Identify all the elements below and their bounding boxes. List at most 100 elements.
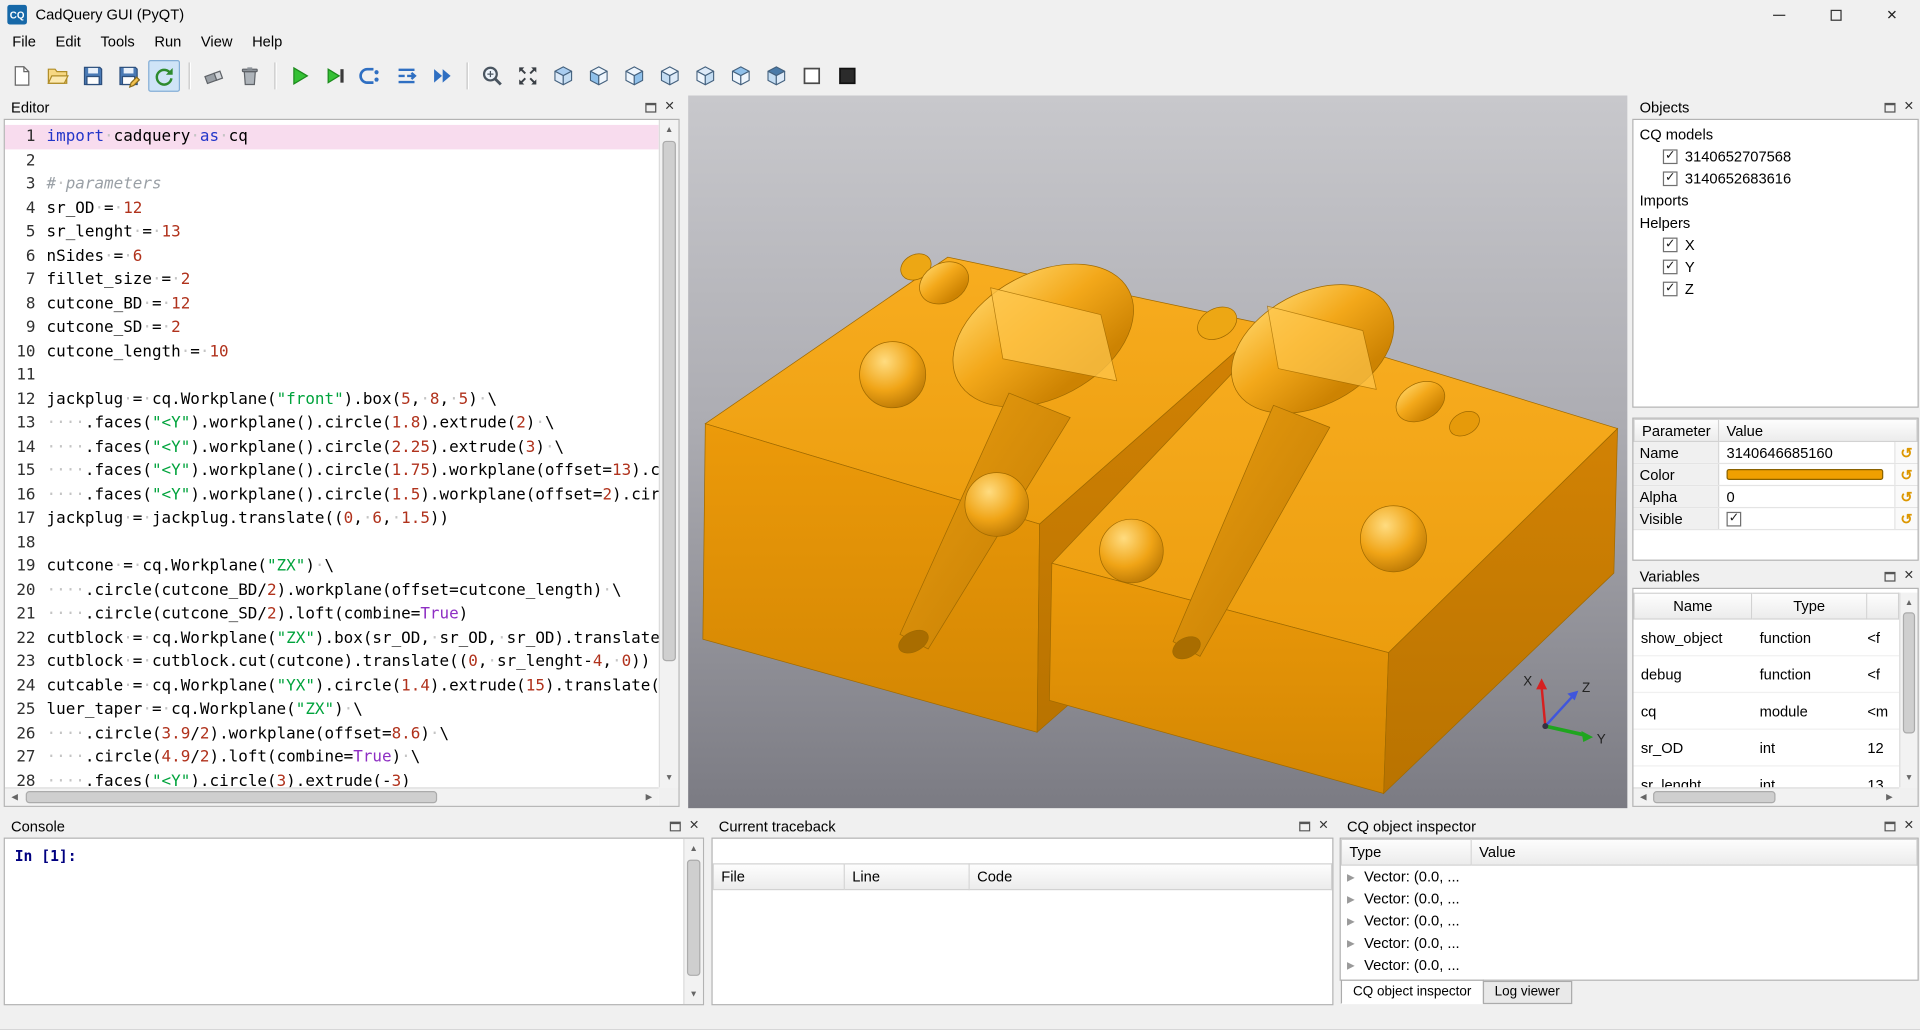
- float-panel-button[interactable]: [1884, 102, 1895, 112]
- expand-icon[interactable]: ▶: [1347, 871, 1357, 882]
- step-in-button[interactable]: [391, 59, 423, 91]
- fit-view-button[interactable]: [476, 59, 508, 91]
- scroll-up-button[interactable]: ▲: [1900, 593, 1917, 613]
- code-line[interactable]: 9cutcone_SD·=·2: [5, 316, 659, 340]
- inspector-row[interactable]: ▶Vector: (0.0, ...: [1341, 866, 1918, 888]
- expand-icon[interactable]: ▶: [1347, 915, 1357, 926]
- delete-button[interactable]: [198, 59, 230, 91]
- view-front-button[interactable]: [583, 59, 615, 91]
- variable-row[interactable]: show_objectfunction<f: [1633, 620, 1899, 657]
- color-swatch[interactable]: [1727, 469, 1884, 480]
- property-value[interactable]: ✓: [1719, 508, 1894, 529]
- delete-all-button[interactable]: [234, 59, 266, 91]
- close-button[interactable]: ✕: [1864, 0, 1920, 29]
- code-line[interactable]: 14····.faces("<Y").workplane().circle(2.…: [5, 435, 659, 459]
- view-left-button[interactable]: [654, 59, 686, 91]
- close-panel-icon[interactable]: ✕: [664, 101, 674, 113]
- code-line[interactable]: 27····.circle(4.9/2).loft(combine=True)·…: [5, 746, 659, 770]
- scroll-down-button[interactable]: ▼: [684, 984, 702, 1004]
- menu-view[interactable]: View: [191, 29, 242, 55]
- close-panel-icon[interactable]: ✕: [1318, 820, 1328, 832]
- scroll-right-button[interactable]: ▶: [639, 789, 659, 806]
- code-line[interactable]: 10cutcone_length·=·10: [5, 340, 659, 364]
- code-line[interactable]: 28····.faces("<Y").circle(3).extrude(-3): [5, 770, 659, 788]
- render-button[interactable]: [284, 59, 316, 91]
- float-panel-button[interactable]: [1884, 571, 1895, 581]
- variable-row[interactable]: sr_ODint12: [1633, 730, 1899, 767]
- tree-item[interactable]: ✓3140652707568: [1633, 146, 1917, 168]
- item-checkbox[interactable]: ✓: [1663, 149, 1678, 164]
- viewport-canvas[interactable]: X Z Y: [688, 96, 1627, 809]
- property-value[interactable]: [1719, 464, 1894, 485]
- scroll-handle[interactable]: [1653, 791, 1775, 803]
- objects-tree[interactable]: CQ models✓3140652707568✓3140652683616Imp…: [1632, 119, 1919, 408]
- scroll-left-button[interactable]: ◀: [1633, 789, 1653, 806]
- code-line[interactable]: 23cutblock·=·cutblock.cut(cutcone).trans…: [5, 650, 659, 674]
- tree-group-label[interactable]: Helpers: [1633, 212, 1917, 234]
- variable-row[interactable]: debugfunction<f: [1633, 656, 1899, 693]
- editor-hscrollbar[interactable]: ◀ ▶: [5, 787, 659, 805]
- minimize-button[interactable]: [1751, 0, 1807, 29]
- code-line[interactable]: 7fillet_size·=·2: [5, 268, 659, 292]
- float-panel-button[interactable]: [1299, 821, 1310, 831]
- code-line[interactable]: 16····.faces("<Y").workplane().circle(1.…: [5, 483, 659, 507]
- close-panel-icon[interactable]: ✕: [1904, 101, 1914, 113]
- scroll-down-button[interactable]: ▼: [660, 768, 678, 788]
- code-line[interactable]: 20····.circle(cutcone_BD/2).workplane(of…: [5, 579, 659, 603]
- new-file-button[interactable]: [6, 59, 38, 91]
- view-bottom-button[interactable]: [760, 59, 792, 91]
- code-line[interactable]: 8cutcone_BD·=·12: [5, 292, 659, 316]
- view-back-button[interactable]: [618, 59, 650, 91]
- code-line[interactable]: 25luer_taper·=·cq.Workplane("ZX")·\: [5, 698, 659, 722]
- code-line[interactable]: 6nSides·=·6: [5, 244, 659, 268]
- code-line[interactable]: 2: [5, 149, 659, 173]
- variable-row[interactable]: sr_lenghtint13: [1633, 767, 1899, 788]
- variables-vscrollbar[interactable]: ▲ ▼: [1899, 593, 1917, 788]
- code-line[interactable]: 18: [5, 531, 659, 555]
- item-checkbox[interactable]: ✓: [1663, 171, 1678, 186]
- tree-item[interactable]: ✓X: [1633, 234, 1917, 256]
- expand-icon[interactable]: ▶: [1347, 937, 1357, 948]
- save-button[interactable]: [77, 59, 109, 91]
- tree-group-label[interactable]: CQ models: [1633, 124, 1917, 146]
- view-iso-button[interactable]: [547, 59, 579, 91]
- editor-vscrollbar[interactable]: ▲ ▼: [659, 120, 679, 787]
- scroll-left-button[interactable]: ◀: [5, 789, 25, 806]
- tab-cq-object-inspector[interactable]: CQ object inspector: [1341, 980, 1484, 1004]
- menu-run[interactable]: Run: [145, 29, 192, 55]
- tree-item[interactable]: ✓Z: [1633, 278, 1917, 300]
- item-checkbox[interactable]: ✓: [1663, 238, 1678, 253]
- menu-help[interactable]: Help: [242, 29, 292, 55]
- shaded-button[interactable]: [831, 59, 863, 91]
- property-value[interactable]: 0: [1719, 486, 1894, 507]
- debug-button[interactable]: [320, 59, 352, 91]
- tree-item[interactable]: ✓3140652683616: [1633, 168, 1917, 190]
- variable-row[interactable]: cqmodule<m: [1633, 693, 1899, 730]
- scroll-down-button[interactable]: ▼: [1900, 768, 1917, 788]
- save-as-button[interactable]: [113, 59, 145, 91]
- code-line[interactable]: 4sr_OD·=·12: [5, 197, 659, 221]
- float-panel-button[interactable]: [669, 821, 680, 831]
- wireframe-button[interactable]: [796, 59, 828, 91]
- close-panel-icon[interactable]: ✕: [689, 820, 699, 832]
- autoreload-button[interactable]: [148, 59, 180, 91]
- close-panel-icon[interactable]: ✕: [1904, 820, 1914, 832]
- item-checkbox[interactable]: ✓: [1663, 282, 1678, 297]
- menu-tools[interactable]: Tools: [91, 29, 145, 55]
- open-button[interactable]: [42, 59, 74, 91]
- code-line[interactable]: 17jackplug·=·jackplug.translate((0,·6,·1…: [5, 507, 659, 531]
- code-line[interactable]: 19cutcone·=·cq.Workplane("ZX")·\: [5, 555, 659, 579]
- code-line[interactable]: 22cutblock·=·cq.Workplane("ZX").box(sr_O…: [5, 626, 659, 650]
- view-right-button[interactable]: [689, 59, 721, 91]
- tab-log-viewer[interactable]: Log viewer: [1482, 981, 1572, 1004]
- code-line[interactable]: 1import·cadquery·as·cq: [5, 125, 659, 149]
- code-line[interactable]: 5sr_lenght·=·13: [5, 220, 659, 244]
- close-panel-icon[interactable]: ✕: [1904, 570, 1914, 582]
- code-line[interactable]: 12jackplug·=·cq.Workplane("front").box(5…: [5, 388, 659, 412]
- visible-checkbox[interactable]: ✓: [1727, 511, 1742, 526]
- revert-button[interactable]: ↺: [1894, 464, 1917, 485]
- code-line[interactable]: 26····.circle(3.9/2).workplane(offset=8.…: [5, 722, 659, 746]
- item-checkbox[interactable]: ✓: [1663, 260, 1678, 275]
- maximize-button[interactable]: [1807, 0, 1863, 29]
- scroll-up-button[interactable]: ▲: [684, 839, 702, 859]
